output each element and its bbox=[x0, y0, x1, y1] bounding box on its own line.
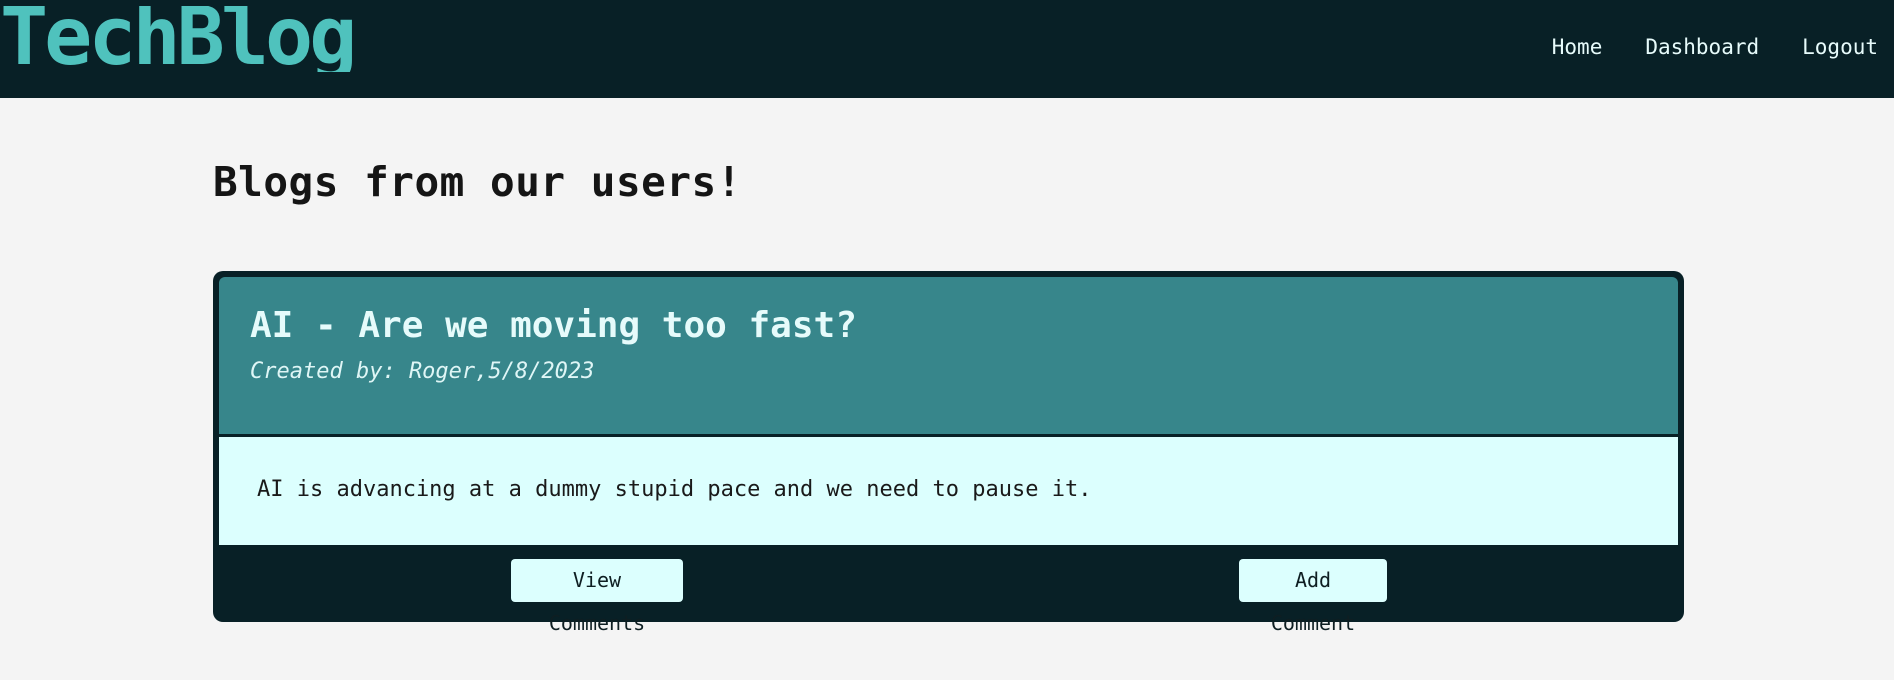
post-meta: Created by: Roger,5/8/2023 bbox=[250, 359, 595, 384]
view-comments-button[interactable]: View Comments bbox=[511, 559, 683, 635]
post-text: AI is advancing at a dummy stupid pace a… bbox=[257, 477, 1092, 502]
nav-link-home[interactable]: Home bbox=[1552, 33, 1603, 61]
logo-wordmark: TechBlog bbox=[0, 6, 357, 72]
nav-link-dashboard[interactable]: Dashboard bbox=[1645, 33, 1759, 61]
page-title: Blogs from our users! bbox=[213, 158, 742, 206]
post-header: AI - Are we moving too fast? Created by:… bbox=[219, 277, 1678, 434]
site-logo[interactable]: TechBlog bbox=[0, 6, 480, 72]
logo-text: TechBlog bbox=[0, 6, 353, 72]
add-comment-button[interactable]: Add Comment bbox=[1239, 559, 1387, 635]
site-header: TechBlog Home Dashboard Logout bbox=[0, 0, 1894, 98]
post-body: AI is advancing at a dummy stupid pace a… bbox=[219, 437, 1678, 545]
nav-link-logout[interactable]: Logout bbox=[1802, 33, 1878, 61]
main-nav: Home Dashboard Logout bbox=[1509, 33, 1878, 61]
post-card: AI - Are we moving too fast? Created by:… bbox=[213, 271, 1684, 635]
post-title[interactable]: AI - Are we moving too fast? bbox=[250, 305, 857, 346]
